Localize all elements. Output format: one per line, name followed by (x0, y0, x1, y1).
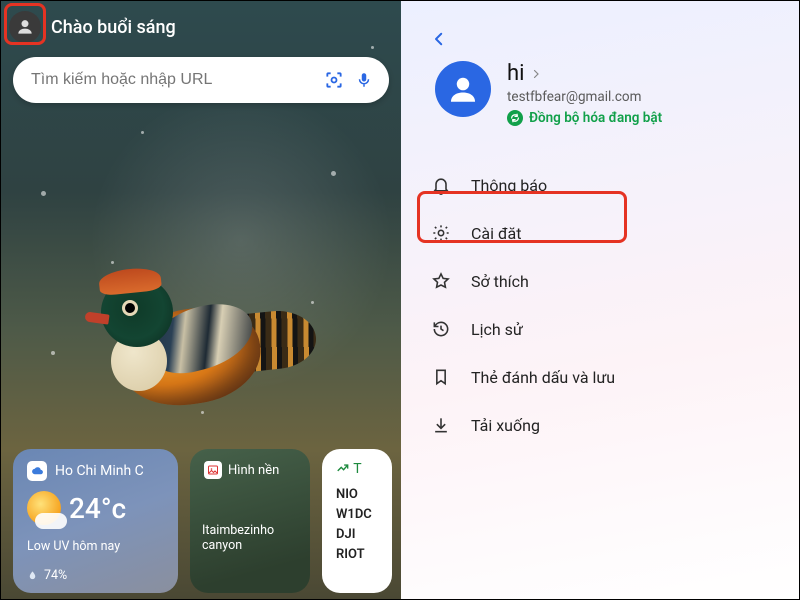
sun-cloud-icon (27, 491, 61, 525)
gear-icon (429, 223, 453, 243)
wallpaper-card-title: Hình nền (228, 463, 279, 478)
star-icon (429, 271, 453, 291)
menu-item-preferences[interactable]: Sở thích (423, 257, 777, 305)
back-button[interactable] (425, 25, 453, 53)
ticker: NIO (336, 485, 378, 505)
chevron-left-icon (430, 30, 448, 48)
chevron-right-icon (530, 68, 542, 80)
browser-home-pane: Chào buổi sáng Ho Chi Minh C 24°c Low UV… (1, 1, 401, 599)
wallpaper-bird (81, 269, 311, 439)
weather-footer: Low UV hôm nay (27, 539, 120, 554)
sync-label: Đồng bộ hóa đang bật (529, 110, 662, 126)
weather-temp: 24°c (69, 492, 126, 525)
ticker: RIOT (336, 545, 378, 565)
weather-card[interactable]: Ho Chi Minh C 24°c Low UV hôm nay 74% (13, 449, 178, 593)
weather-location: Ho Chi Minh C (55, 463, 144, 479)
menu-item-settings[interactable]: Cài đặt (423, 209, 777, 257)
weather-app-icon (27, 461, 47, 481)
mic-icon[interactable] (349, 65, 379, 95)
profile-header[interactable]: hi testfbfear@gmail.com Đồng bộ hóa đang… (435, 61, 779, 126)
menu-item-downloads[interactable]: Tải xuống (423, 401, 777, 449)
menu-item-history[interactable]: Lịch sử (423, 305, 777, 353)
sync-icon (507, 110, 523, 126)
menu-label: Sở thích (471, 272, 529, 291)
bell-icon (429, 175, 453, 195)
search-input[interactable] (31, 71, 319, 89)
home-cards: Ho Chi Minh C 24°c Low UV hôm nay 74% Hì… (1, 449, 401, 599)
sync-status: Đồng bộ hóa đang bật (507, 110, 662, 126)
bookmark-icon (429, 367, 453, 387)
stocks-list: NIO W1DC DJI RIOT (336, 485, 378, 566)
ticker: W1DC (336, 505, 378, 525)
settings-pane: hi testfbfear@gmail.com Đồng bộ hóa đang… (401, 1, 799, 599)
trend-up-icon (336, 461, 350, 475)
weather-humidity: 74% (44, 568, 67, 583)
greeting-text: Chào buổi sáng (51, 17, 176, 38)
menu-label: Cài đặt (471, 224, 521, 243)
profile-name: hi (507, 61, 524, 86)
menu-label: Tải xuống (471, 416, 540, 435)
download-icon (429, 415, 453, 435)
scan-icon[interactable] (319, 65, 349, 95)
menu-label: Thông báo (471, 176, 547, 195)
person-icon (15, 17, 35, 37)
stocks-card[interactable]: T NIO W1DC DJI RIOT (322, 449, 392, 593)
menu-label: Thẻ đánh dấu và lưu (471, 368, 615, 387)
stocks-header: T (353, 461, 361, 477)
picture-icon (204, 461, 222, 479)
settings-menu: Thông báo Cài đặt Sở thích Lịch sử Thẻ đ… (423, 161, 777, 449)
wallpaper-card[interactable]: Hình nền Itaimbezinho canyon (190, 449, 310, 593)
ticker: DJI (336, 525, 378, 545)
menu-label: Lịch sử (471, 320, 523, 339)
profile-avatar-button[interactable] (9, 11, 41, 43)
menu-item-notifications[interactable]: Thông báo (423, 161, 777, 209)
wallpaper-caption: Itaimbezinho canyon (202, 523, 310, 553)
history-icon (429, 319, 453, 339)
droplet-icon (27, 569, 38, 582)
profile-email: testfbfear@gmail.com (507, 89, 662, 105)
person-icon (446, 72, 480, 106)
search-bar[interactable] (13, 57, 389, 103)
menu-item-bookmarks[interactable]: Thẻ đánh dấu và lưu (423, 353, 777, 401)
avatar (435, 61, 491, 117)
